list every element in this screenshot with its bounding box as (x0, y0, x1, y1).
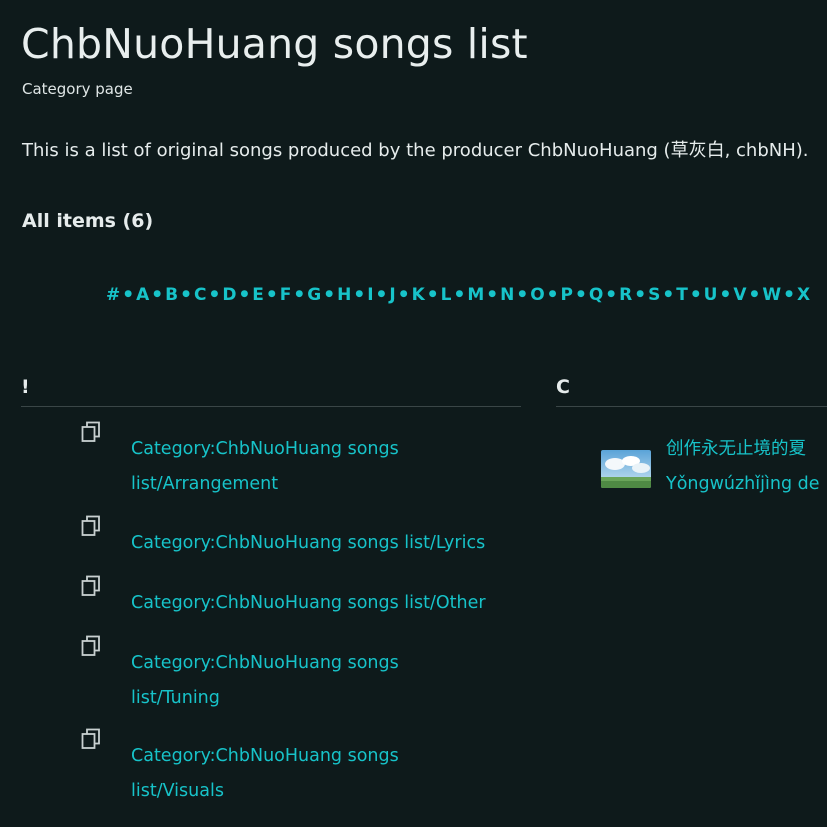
alphabet-link-o[interactable]: O (530, 285, 544, 305)
alphabet-link-e[interactable]: E (252, 285, 264, 305)
alphabet-separator: ● (153, 289, 162, 299)
alphabet-separator: ● (785, 289, 793, 299)
alphabet-separator: ● (325, 289, 334, 299)
alphabet-link-h[interactable]: H (337, 285, 351, 305)
alphabet-link-j[interactable]: J (389, 285, 395, 305)
alphabet-separator: ● (210, 289, 219, 299)
alphabet-link-g[interactable]: G (307, 285, 321, 305)
alphabet-link-u[interactable]: U (704, 285, 718, 305)
section-exclamation: ! Category:ChbNuoHuang songs list/Arrange… (21, 376, 521, 801)
alphabet-separator: ● (636, 289, 645, 299)
category-link-lyrics[interactable]: Category:ChbNuoHuang songs list/Lyrics (131, 526, 485, 561)
category-link-visuals[interactable]: Category:ChbNuoHuang songs list/Visuals (131, 739, 399, 809)
alphabet-link-a[interactable]: A (136, 285, 149, 305)
alphabet-separator: ● (664, 289, 673, 299)
alphabet-separator: ● (267, 289, 276, 299)
section-heading: ! (21, 376, 521, 407)
alphabet-separator: ● (607, 289, 616, 299)
alphabet-separator: ● (182, 289, 190, 299)
alphabet-separator: ● (295, 289, 304, 299)
category-copy-icon (81, 575, 101, 597)
alphabet-separator: ● (455, 289, 464, 299)
alphabet-separator: ● (691, 289, 700, 299)
alphabet-separator: ● (240, 289, 249, 299)
category-copy-icon (81, 421, 101, 443)
alphabet-link-s[interactable]: S (648, 285, 660, 305)
alphabet-link-t[interactable]: T (676, 285, 688, 305)
alphabet-link-m[interactable]: M (467, 285, 484, 305)
category-link-arrangement[interactable]: Category:ChbNuoHuang songs list/Arrangeme… (131, 432, 399, 502)
alphabet-separator: ● (518, 289, 527, 299)
category-copy-icon (81, 728, 101, 750)
page-title: ChbNuoHuang songs list (21, 20, 528, 68)
alphabet-link-b[interactable]: B (165, 285, 178, 305)
alphabet-separator: ● (576, 289, 585, 299)
page-subtitle: Category page (22, 80, 133, 98)
section-c: C 创作永无止境的夏 Yǒngwúzhǐjìng de (556, 376, 827, 494)
intro-text: This is a list of original songs produce… (22, 140, 809, 161)
alphabet-link-hash[interactable]: # (106, 285, 120, 305)
category-copy-icon (81, 635, 101, 657)
category-copy-icon (81, 515, 101, 537)
alphabet-separator: ● (488, 289, 497, 299)
song-link[interactable]: 创作永无止境的夏 Yǒngwúzhǐjìng de (666, 432, 820, 502)
alphabet-separator: ● (377, 289, 386, 299)
alphabet-link-f[interactable]: F (280, 285, 292, 305)
alphabet-separator: ● (548, 289, 557, 299)
alphabet-link-w[interactable]: W (762, 285, 781, 305)
alphabet-link-v[interactable]: V (733, 285, 746, 305)
alphabet-link-q[interactable]: Q (589, 285, 603, 305)
alphabet-link-d[interactable]: D (222, 285, 236, 305)
category-link-tuning[interactable]: Category:ChbNuoHuang songs list/Tuning (131, 646, 399, 716)
alphabet-separator: ● (721, 289, 730, 299)
alphabet-link-n[interactable]: N (500, 285, 514, 305)
alphabet-nav: # ● A ● B ● C ● D ● E ● F ● G ● H ● I ● J ● K ● L ● M ● N ● O ● P ● Q ● R ● S ●… (106, 285, 810, 305)
alphabet-link-k[interactable]: K (412, 285, 425, 305)
alphabet-link-l[interactable]: L (441, 285, 452, 305)
section-heading: C (556, 376, 827, 407)
alphabet-link-x[interactable]: X (797, 285, 810, 305)
alphabet-separator: ● (124, 289, 133, 299)
alphabet-link-c[interactable]: C (194, 285, 206, 305)
alphabet-separator: ● (399, 289, 408, 299)
sky-thumbnail[interactable] (601, 450, 651, 488)
alphabet-link-r[interactable]: R (619, 285, 632, 305)
category-link-other[interactable]: Category:ChbNuoHuang songs list/Other (131, 586, 486, 621)
items-count: All items (6) (22, 210, 154, 232)
alphabet-link-i[interactable]: I (367, 285, 373, 305)
alphabet-separator: ● (428, 289, 437, 299)
alphabet-separator: ● (355, 289, 364, 299)
alphabet-link-p[interactable]: P (561, 285, 573, 305)
alphabet-separator: ● (750, 289, 759, 299)
